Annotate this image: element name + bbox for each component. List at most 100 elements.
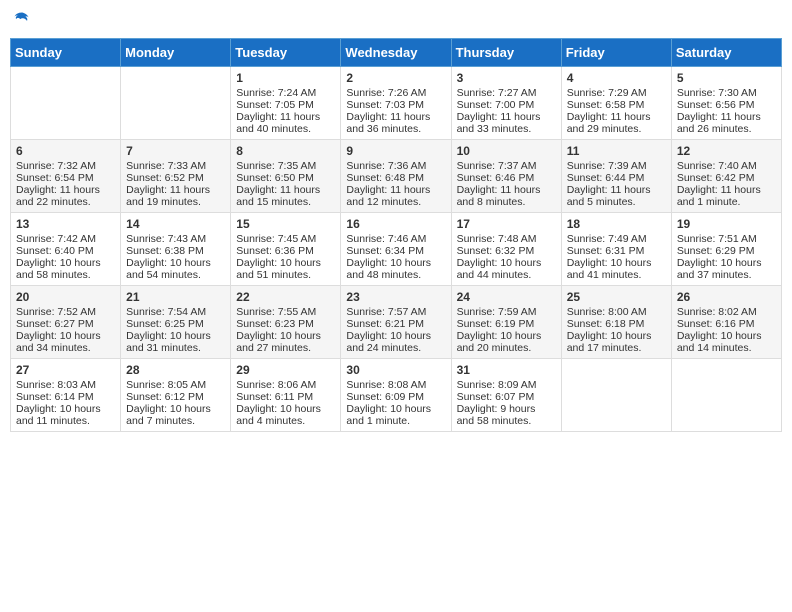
sunset-text: Sunset: 6:31 PM xyxy=(567,245,645,257)
sunset-text: Sunset: 6:25 PM xyxy=(126,318,204,330)
calendar-cell: 13 Sunrise: 7:42 AM Sunset: 6:40 PM Dayl… xyxy=(11,213,121,286)
daylight-text: Daylight: 10 hours and 51 minutes. xyxy=(236,257,321,281)
sunset-text: Sunset: 6:48 PM xyxy=(346,172,424,184)
daylight-text: Daylight: 10 hours and 58 minutes. xyxy=(16,257,101,281)
calendar-cell: 6 Sunrise: 7:32 AM Sunset: 6:54 PM Dayli… xyxy=(11,140,121,213)
day-number: 10 xyxy=(457,144,556,158)
sunrise-text: Sunrise: 8:03 AM xyxy=(16,379,96,391)
day-number: 5 xyxy=(677,71,776,85)
calendar-cell: 14 Sunrise: 7:43 AM Sunset: 6:38 PM Dayl… xyxy=(121,213,231,286)
day-number: 3 xyxy=(457,71,556,85)
calendar-cell xyxy=(11,67,121,140)
sunrise-text: Sunrise: 7:45 AM xyxy=(236,233,316,245)
column-header-wednesday: Wednesday xyxy=(341,39,451,67)
daylight-text: Daylight: 10 hours and 37 minutes. xyxy=(677,257,762,281)
calendar-cell: 28 Sunrise: 8:05 AM Sunset: 6:12 PM Dayl… xyxy=(121,359,231,432)
calendar-cell: 12 Sunrise: 7:40 AM Sunset: 6:42 PM Dayl… xyxy=(671,140,781,213)
calendar-cell: 1 Sunrise: 7:24 AM Sunset: 7:05 PM Dayli… xyxy=(231,67,341,140)
calendar-cell: 17 Sunrise: 7:48 AM Sunset: 6:32 PM Dayl… xyxy=(451,213,561,286)
daylight-text: Daylight: 11 hours and 26 minutes. xyxy=(677,111,761,135)
daylight-text: Daylight: 11 hours and 15 minutes. xyxy=(236,184,320,208)
day-number: 23 xyxy=(346,290,445,304)
day-number: 22 xyxy=(236,290,335,304)
daylight-text: Daylight: 10 hours and 34 minutes. xyxy=(16,330,101,354)
daylight-text: Daylight: 9 hours and 58 minutes. xyxy=(457,403,536,427)
sunrise-text: Sunrise: 7:42 AM xyxy=(16,233,96,245)
day-number: 14 xyxy=(126,217,225,231)
sunset-text: Sunset: 6:14 PM xyxy=(16,391,94,403)
sunset-text: Sunset: 6:38 PM xyxy=(126,245,204,257)
sunrise-text: Sunrise: 8:06 AM xyxy=(236,379,316,391)
day-number: 24 xyxy=(457,290,556,304)
sunset-text: Sunset: 7:03 PM xyxy=(346,99,424,111)
logo xyxy=(10,10,32,30)
calendar-cell: 23 Sunrise: 7:57 AM Sunset: 6:21 PM Dayl… xyxy=(341,286,451,359)
day-number: 25 xyxy=(567,290,666,304)
day-number: 21 xyxy=(126,290,225,304)
sunset-text: Sunset: 6:12 PM xyxy=(126,391,204,403)
sunrise-text: Sunrise: 7:54 AM xyxy=(126,306,206,318)
daylight-text: Daylight: 11 hours and 19 minutes. xyxy=(126,184,210,208)
column-header-thursday: Thursday xyxy=(451,39,561,67)
sunset-text: Sunset: 6:16 PM xyxy=(677,318,755,330)
column-header-saturday: Saturday xyxy=(671,39,781,67)
column-header-tuesday: Tuesday xyxy=(231,39,341,67)
day-number: 27 xyxy=(16,363,115,377)
day-number: 11 xyxy=(567,144,666,158)
calendar-cell: 7 Sunrise: 7:33 AM Sunset: 6:52 PM Dayli… xyxy=(121,140,231,213)
calendar-week-row: 13 Sunrise: 7:42 AM Sunset: 6:40 PM Dayl… xyxy=(11,213,782,286)
calendar-cell: 18 Sunrise: 7:49 AM Sunset: 6:31 PM Dayl… xyxy=(561,213,671,286)
calendar-cell xyxy=(671,359,781,432)
sunrise-text: Sunrise: 7:51 AM xyxy=(677,233,757,245)
calendar-cell: 16 Sunrise: 7:46 AM Sunset: 6:34 PM Dayl… xyxy=(341,213,451,286)
daylight-text: Daylight: 10 hours and 11 minutes. xyxy=(16,403,101,427)
sunset-text: Sunset: 6:50 PM xyxy=(236,172,314,184)
day-number: 2 xyxy=(346,71,445,85)
daylight-text: Daylight: 11 hours and 5 minutes. xyxy=(567,184,651,208)
sunrise-text: Sunrise: 7:33 AM xyxy=(126,160,206,172)
sunset-text: Sunset: 6:19 PM xyxy=(457,318,535,330)
sunrise-text: Sunrise: 7:57 AM xyxy=(346,306,426,318)
day-number: 9 xyxy=(346,144,445,158)
calendar-cell: 8 Sunrise: 7:35 AM Sunset: 6:50 PM Dayli… xyxy=(231,140,341,213)
calendar-cell: 2 Sunrise: 7:26 AM Sunset: 7:03 PM Dayli… xyxy=(341,67,451,140)
sunrise-text: Sunrise: 7:37 AM xyxy=(457,160,537,172)
day-number: 18 xyxy=(567,217,666,231)
sunrise-text: Sunrise: 7:36 AM xyxy=(346,160,426,172)
calendar-cell: 15 Sunrise: 7:45 AM Sunset: 6:36 PM Dayl… xyxy=(231,213,341,286)
sunset-text: Sunset: 6:09 PM xyxy=(346,391,424,403)
calendar-cell: 10 Sunrise: 7:37 AM Sunset: 6:46 PM Dayl… xyxy=(451,140,561,213)
sunrise-text: Sunrise: 7:30 AM xyxy=(677,87,757,99)
day-number: 28 xyxy=(126,363,225,377)
sunrise-text: Sunrise: 8:05 AM xyxy=(126,379,206,391)
calendar-table: SundayMondayTuesdayWednesdayThursdayFrid… xyxy=(10,38,782,432)
daylight-text: Daylight: 11 hours and 12 minutes. xyxy=(346,184,430,208)
calendar-cell xyxy=(561,359,671,432)
day-number: 20 xyxy=(16,290,115,304)
day-number: 7 xyxy=(126,144,225,158)
day-number: 31 xyxy=(457,363,556,377)
sunrise-text: Sunrise: 7:59 AM xyxy=(457,306,537,318)
sunset-text: Sunset: 7:00 PM xyxy=(457,99,535,111)
calendar-week-row: 1 Sunrise: 7:24 AM Sunset: 7:05 PM Dayli… xyxy=(11,67,782,140)
daylight-text: Daylight: 10 hours and 14 minutes. xyxy=(677,330,762,354)
sunset-text: Sunset: 6:42 PM xyxy=(677,172,755,184)
calendar-cell xyxy=(121,67,231,140)
calendar-cell: 25 Sunrise: 8:00 AM Sunset: 6:18 PM Dayl… xyxy=(561,286,671,359)
day-number: 29 xyxy=(236,363,335,377)
calendar-cell: 26 Sunrise: 8:02 AM Sunset: 6:16 PM Dayl… xyxy=(671,286,781,359)
daylight-text: Daylight: 11 hours and 36 minutes. xyxy=(346,111,430,135)
sunrise-text: Sunrise: 8:09 AM xyxy=(457,379,537,391)
day-number: 12 xyxy=(677,144,776,158)
daylight-text: Daylight: 10 hours and 1 minute. xyxy=(346,403,431,427)
day-number: 4 xyxy=(567,71,666,85)
column-header-monday: Monday xyxy=(121,39,231,67)
day-number: 17 xyxy=(457,217,556,231)
daylight-text: Daylight: 10 hours and 54 minutes. xyxy=(126,257,211,281)
sunrise-text: Sunrise: 7:26 AM xyxy=(346,87,426,99)
daylight-text: Daylight: 10 hours and 41 minutes. xyxy=(567,257,652,281)
sunset-text: Sunset: 6:46 PM xyxy=(457,172,535,184)
calendar-cell: 24 Sunrise: 7:59 AM Sunset: 6:19 PM Dayl… xyxy=(451,286,561,359)
sunrise-text: Sunrise: 8:08 AM xyxy=(346,379,426,391)
calendar-cell: 21 Sunrise: 7:54 AM Sunset: 6:25 PM Dayl… xyxy=(121,286,231,359)
